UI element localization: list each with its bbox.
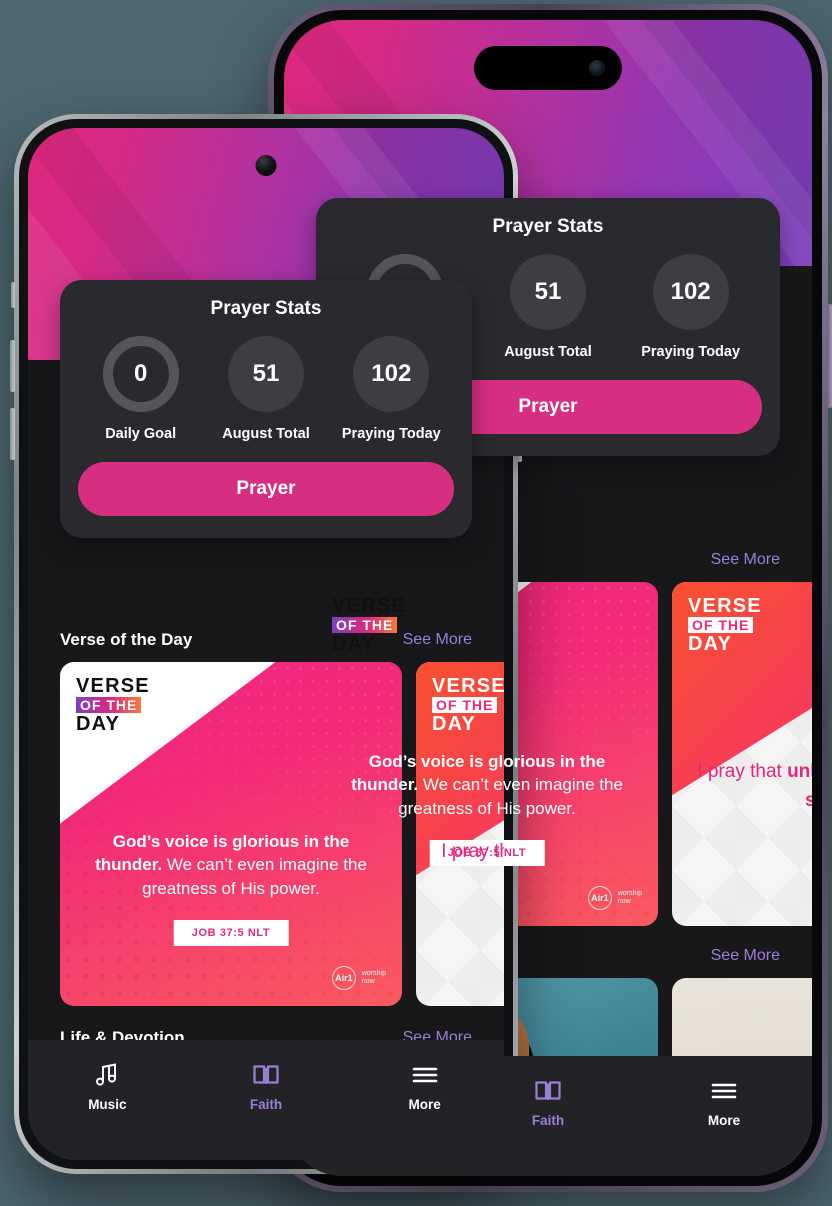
votd-badge-line1: VERSE (688, 595, 762, 617)
front-stats-row: 0 Daily Goal 51 August Total 102 Praying… (78, 336, 454, 442)
back-stat-value-bubble: 102 (652, 254, 729, 330)
air1-logo: Air1 worship now (587, 886, 642, 910)
votd-badge-line2: OF THE (688, 616, 754, 634)
votd-badge-line3: DAY (332, 633, 376, 656)
verse-text-bold: unlimited empowering strength (787, 761, 812, 811)
front-votd-header: Verse of the Day See More (28, 630, 504, 650)
verse-text: God’s voice is glorious in the thunder. … (82, 830, 380, 900)
back-stat-label: Praying Today (641, 344, 741, 360)
votd-badge: VERSE OF THE DAY (432, 676, 504, 735)
front-stat-value-bubble: 102 (353, 336, 430, 412)
verse-text: I pray that unlimited empowering strengt… (438, 838, 504, 895)
votd-badge-line1: VERSE (332, 595, 406, 617)
votd-badge-line3: DAY (76, 713, 120, 736)
air1-logo-sub: worship now (617, 889, 642, 905)
verse-reference-badge: JOB 37:5 NLT (173, 920, 289, 946)
hamburger-icon (711, 1078, 737, 1104)
air1-logo-sub: worship now (361, 969, 386, 985)
votd-badge-line2: OF THE (432, 696, 498, 714)
back-stat-label: August Total (504, 344, 592, 360)
front-tab-label: More (408, 1097, 441, 1112)
votd-badge: VERSE OF THE DAY (76, 676, 150, 735)
front-votd-see-more[interactable]: See More (403, 631, 472, 649)
hamburger-icon (412, 1062, 438, 1088)
front-verse-card[interactable]: VERSE OF THE DAY I pray that unlimited e… (416, 662, 504, 1006)
front-stat-label: Praying Today (341, 426, 441, 442)
votd-badge-line1: VERSE (432, 675, 504, 697)
front-prayer-button[interactable]: Prayer (78, 462, 454, 516)
verse-text-rest: I pray that (697, 761, 782, 782)
votd-badge-line3: DAY (688, 633, 732, 656)
back-stat-praying-today: 102 Praying Today (620, 254, 761, 360)
verse-text-rest: We can’t even imagine the greatness of H… (398, 775, 623, 818)
verse-text-rest: We can’t even imagine the greatness of H… (142, 855, 367, 898)
front-phone-volume-down[interactable] (10, 408, 15, 460)
front-prayer-stats-card: Prayer Stats 0 Daily Goal 51 August Tota… (60, 280, 472, 538)
front-stat-daily-goal: 0 Daily Goal (79, 336, 203, 442)
front-verse-card[interactable]: VERSE OF THE DAY God’s voice is glorious… (60, 662, 402, 1006)
back-stats-title: Prayer Stats (492, 216, 604, 237)
front-tab-label: Faith (249, 1097, 283, 1112)
front-camera-icon (589, 60, 605, 76)
punch-hole-camera-icon (255, 155, 277, 176)
votd-badge-line2: OF THE (76, 696, 142, 714)
verse-text: God’s voice is glorious in the thunder. … (338, 750, 636, 820)
back-stat-august-total: 51 August Total (477, 254, 618, 360)
front-app-root: Faith Prayer Stats 0 Daily Goal 51 Augus… (28, 128, 504, 1160)
air1-logo-mark: Air1 (331, 966, 356, 990)
votd-badge-line3: DAY (432, 713, 476, 736)
open-book-icon (534, 1078, 562, 1104)
open-book-icon (252, 1062, 280, 1088)
back-life-see-more[interactable]: See More (711, 947, 780, 965)
back-votd-see-more[interactable]: See More (711, 551, 780, 569)
back-tab-label: Faith (531, 1113, 565, 1128)
front-phone-mute-switch[interactable] (11, 282, 15, 308)
votd-badge-line1: VERSE (76, 675, 150, 697)
screenshot-stage: Faith Prayer Stats 0 Daily Goal 51 Augus… (0, 0, 832, 1206)
back-stat-value-bubble: 51 (509, 254, 586, 330)
dynamic-island (474, 46, 622, 90)
front-votd-title: Verse of the Day (60, 630, 193, 649)
front-bottom-tabbar: Music Faith More (28, 1040, 504, 1160)
front-tab-faith[interactable]: Faith (187, 1062, 344, 1112)
front-stat-label: August Total (222, 426, 310, 442)
back-tab-more[interactable]: More (637, 1078, 811, 1128)
verse-text-rest: I pray that (441, 841, 504, 862)
front-tab-music[interactable]: Music (29, 1062, 186, 1112)
front-stat-value-bubble: 51 (227, 336, 304, 412)
front-stat-august-total: 51 August Total (204, 336, 328, 442)
back-verse-card[interactable]: VERSE OF THE DAY I pray that unlimited e… (672, 582, 812, 926)
music-note-icon (94, 1062, 120, 1088)
front-tab-more[interactable]: More (346, 1062, 503, 1112)
front-stat-label: Daily Goal (105, 426, 177, 442)
front-stat-value-bubble: 0 (102, 336, 179, 412)
back-phone-power-button[interactable] (827, 304, 832, 408)
front-stat-praying-today: 102 Praying Today (329, 336, 453, 442)
back-tab-label: More (707, 1113, 741, 1128)
front-votd-rail[interactable]: VERSE OF THE DAY God’s voice is glorious… (28, 662, 504, 1006)
front-phone-volume-up[interactable] (10, 340, 15, 392)
votd-badge: VERSE OF THE DAY (332, 596, 406, 655)
front-phone-screen: Faith Prayer Stats 0 Daily Goal 51 Augus… (28, 128, 504, 1160)
verse-text: I pray that unlimited empowering strengt… (694, 758, 812, 815)
votd-badge: VERSE OF THE DAY (688, 596, 762, 655)
air1-logo-mark: Air1 (587, 886, 612, 910)
front-stats-title: Prayer Stats (210, 298, 322, 319)
votd-badge-line2: OF THE (332, 616, 398, 634)
air1-logo: Air1 worship now (331, 966, 386, 990)
front-tab-label: Music (88, 1097, 127, 1112)
